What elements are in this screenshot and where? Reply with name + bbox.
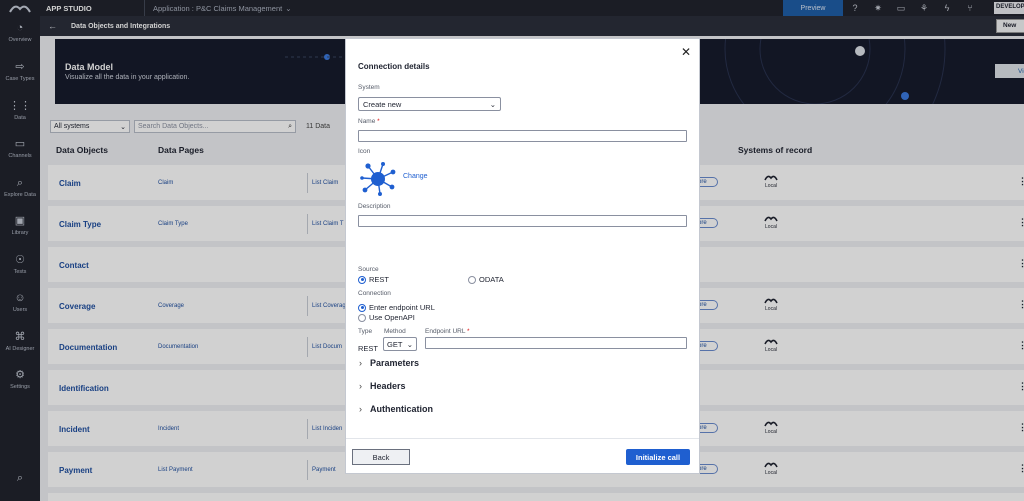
source-label: Source: [358, 266, 379, 273]
radio-unselected-icon: [358, 313, 366, 322]
radio-label: ODATA: [479, 275, 504, 284]
section-label: Headers: [370, 381, 406, 391]
chevron-down-icon: ⌄: [406, 339, 413, 349]
method-select-value: GET: [387, 339, 403, 349]
source-odata-radio[interactable]: ODATA: [468, 275, 504, 284]
system-label: System: [358, 84, 380, 91]
parameters-section[interactable]: › Parameters: [359, 358, 419, 368]
radio-label: Enter endpoint URL: [369, 303, 435, 312]
dialog-title: Connection details: [358, 62, 430, 71]
radio-label: REST: [369, 275, 390, 284]
connection-label: Connection: [358, 290, 391, 297]
method-label: Method: [384, 328, 406, 335]
name-label: Name *: [358, 118, 380, 125]
source-rest-radio[interactable]: REST: [358, 275, 389, 284]
endpoint-url-label: Endpoint URL *: [425, 328, 470, 335]
name-label-text: Name: [358, 118, 376, 125]
initialize-call-button[interactable]: Initialize call: [626, 449, 690, 465]
connection-endpoint-radio[interactable]: Enter endpoint URL: [358, 303, 435, 312]
endpoint-url-field[interactable]: [425, 337, 687, 349]
name-field[interactable]: [358, 130, 687, 142]
system-select[interactable]: Create new ⌄: [358, 97, 501, 111]
close-icon[interactable]: ✕: [681, 45, 691, 59]
type-label: Type: [358, 328, 373, 335]
change-icon-link[interactable]: Change: [403, 173, 428, 180]
section-label: Parameters: [370, 358, 420, 368]
method-select[interactable]: GET ⌄: [383, 337, 417, 351]
radio-label: Use OpenAPI: [369, 313, 415, 322]
authentication-section[interactable]: › Authentication: [359, 404, 433, 414]
divider: [346, 438, 699, 439]
radio-selected-icon: [358, 275, 366, 284]
required-mark: *: [377, 118, 380, 125]
headers-section[interactable]: › Headers: [359, 381, 406, 391]
required-mark: *: [467, 328, 470, 335]
radio-selected-icon: [358, 303, 366, 312]
radio-unselected-icon: [468, 275, 476, 284]
description-field[interactable]: [358, 215, 687, 227]
icon-label: Icon: [358, 148, 371, 155]
type-value: REST: [358, 344, 379, 353]
description-label: Description: [358, 203, 391, 210]
system-select-value: Create new: [363, 99, 402, 109]
chevron-right-icon: ›: [359, 404, 362, 414]
endpoint-url-label-text: Endpoint URL: [425, 328, 466, 335]
connection-details-dialog: ✕ Connection details System Create new ⌄…: [345, 38, 700, 474]
chevron-down-icon: ⌄: [489, 99, 496, 109]
back-button[interactable]: Back: [352, 449, 410, 465]
connection-openapi-radio[interactable]: Use OpenAPI: [358, 313, 415, 322]
chevron-right-icon: ›: [359, 358, 362, 368]
network-icon: [360, 162, 396, 196]
chevron-right-icon: ›: [359, 381, 362, 391]
section-label: Authentication: [370, 404, 433, 414]
